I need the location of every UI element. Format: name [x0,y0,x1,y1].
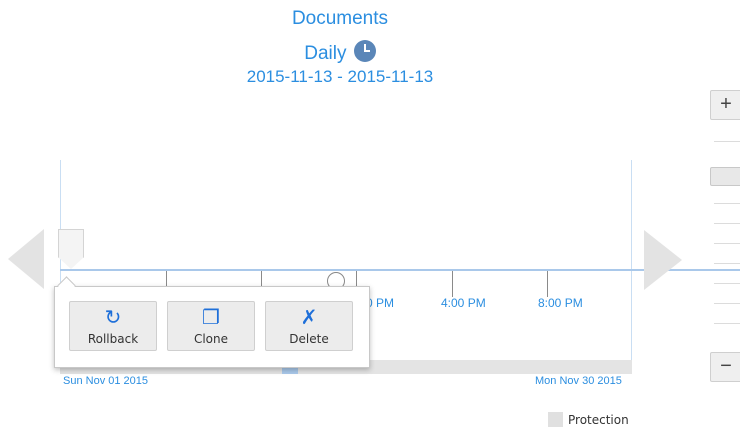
zoom-step[interactable] [714,141,740,142]
rollback-label: Rollback [87,332,139,346]
snapshot-marker[interactable] [58,229,84,269]
timeline-scroll-thumb[interactable] [282,368,298,374]
delete-label: Delete [289,332,329,346]
range-end: 2015-11-13 [347,67,434,86]
range-end-date: Mon Nov 30 2015 [535,375,622,387]
zoom-step[interactable] [714,323,740,324]
tick-label: 0 PM [366,296,395,310]
rollback-button[interactable]: ↻ Rollback [69,301,157,351]
period-selector[interactable]: Daily [0,40,680,65]
date-range: 2015-11-13 - 2015-11-13 [0,67,680,87]
zoom-control: + − [708,86,740,386]
period-label: Daily [304,43,347,64]
zoom-slider-handle[interactable] [710,167,740,186]
delete-button[interactable]: ✗ Delete [265,301,353,351]
clone-icon: ❐ [202,307,220,329]
axis-tick [452,271,453,297]
previous-arrow-icon[interactable] [8,229,44,289]
zoom-step[interactable] [714,303,740,304]
page-title: Documents [291,8,389,29]
rollback-icon: ↻ [104,307,122,329]
zoom-step[interactable] [714,243,740,244]
axis-tick [547,271,548,297]
delete-icon: ✗ [300,307,318,329]
timeline-right-border [631,160,632,360]
zoom-in-button[interactable]: + [710,90,740,120]
legend-label: Protection [568,413,629,427]
zoom-step[interactable] [714,263,740,264]
next-arrow-icon[interactable] [644,230,682,290]
clock-icon[interactable] [353,40,376,62]
zoom-step[interactable] [714,283,740,284]
range-separator: - [332,67,348,86]
tick-label: 8:00 PM [538,296,583,310]
clone-button[interactable]: ❐ Clone [167,301,255,351]
tick-label: 4:00 PM [441,296,486,310]
range-start-date: Sun Nov 01 2015 [63,375,149,387]
zoom-out-button[interactable]: − [710,352,740,382]
timeline-axis [60,269,740,271]
snapshot-action-popup: ↻ Rollback ❐ Clone ✗ Delete [54,286,370,368]
zoom-step[interactable] [714,223,740,224]
clone-label: Clone [193,332,229,346]
legend-swatch [548,412,563,427]
range-start: 2015-11-13 [246,67,333,86]
zoom-step[interactable] [714,203,740,204]
